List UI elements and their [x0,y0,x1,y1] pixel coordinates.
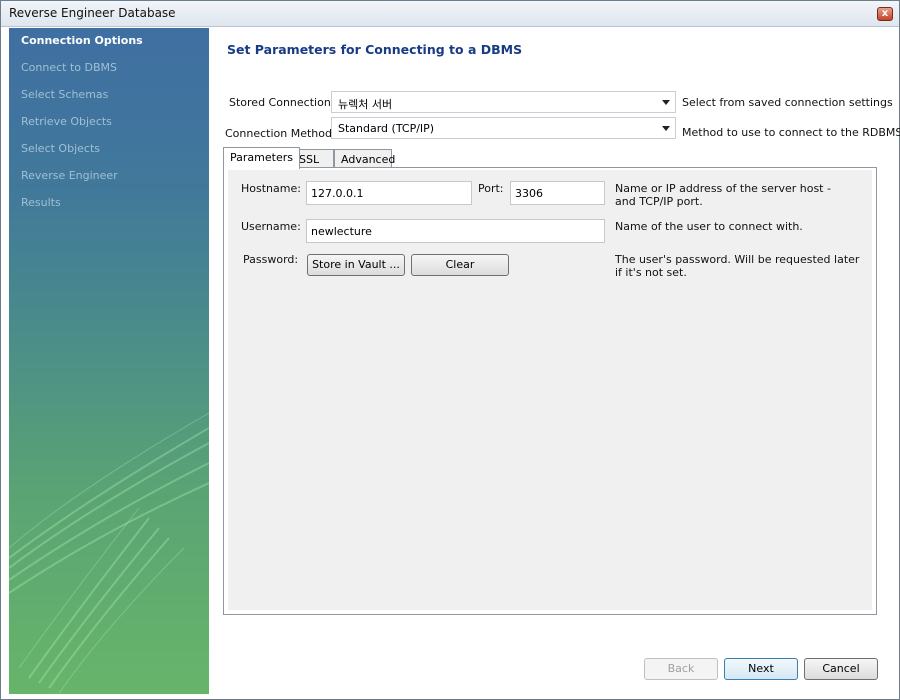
step-connection-options: Connection Options [21,34,143,47]
back-button[interactable]: Back [644,658,718,680]
stored-connection-label: Stored Connection: [229,96,335,109]
step-select-objects: Select Objects [21,142,100,155]
stored-connection-value: 뉴렉처 서버 [338,98,393,111]
username-hint: Name of the user to connect with. [615,220,803,233]
dialog-window: Reverse Engineer Database x Connection O… [0,0,900,700]
step-retrieve-objects: Retrieve Objects [21,115,112,128]
password-label: Password: [243,253,299,266]
step-connect-to-dbms: Connect to DBMS [21,61,118,74]
step-results: Results [21,196,61,209]
store-in-vault-button[interactable]: Store in Vault ... [307,254,405,276]
chevron-down-icon [662,126,670,131]
clear-password-button[interactable]: Clear [411,254,509,276]
stored-connection-select[interactable]: 뉴렉처 서버 [331,91,676,113]
decorative-light-streaks [9,412,209,694]
chevron-down-icon [662,100,670,105]
step-reverse-engineer: Reverse Engineer [21,169,118,182]
next-button[interactable]: Next [724,658,798,680]
connection-method-label: Connection Method: [225,127,336,140]
connection-method-select[interactable]: Standard (TCP/IP) [331,117,676,139]
port-input[interactable]: 3306 [510,181,605,205]
close-icon[interactable]: x [877,7,893,21]
hostname-label: Hostname: [241,182,301,195]
stored-connection-hint: Select from saved connection settings [682,96,893,109]
step-select-schemas: Select Schemas [21,88,109,101]
port-label: Port: [478,182,504,195]
username-label: Username: [241,220,301,233]
cancel-button[interactable]: Cancel [804,658,878,680]
page-title: Set Parameters for Connecting to a DBMS [227,42,523,57]
connection-method-hint: Method to use to connect to the RDBMS [682,126,900,139]
title-bar[interactable]: Reverse Engineer Database x [1,1,899,27]
hostname-input[interactable]: 127.0.0.1 [306,181,472,205]
password-hint: The user's password. Will be requested l… [615,253,860,279]
wizard-steps-sidebar: Connection Options Connect to DBMS Selec… [9,28,209,694]
username-input[interactable]: newlecture [306,219,605,243]
connection-method-value: Standard (TCP/IP) [338,122,435,135]
window-title: Reverse Engineer Database [9,6,176,20]
tab-advanced[interactable]: Advanced [334,149,395,169]
hostname-hint: Name or IP address of the server host - … [615,182,831,208]
tab-parameters[interactable]: Parameters [223,147,300,169]
